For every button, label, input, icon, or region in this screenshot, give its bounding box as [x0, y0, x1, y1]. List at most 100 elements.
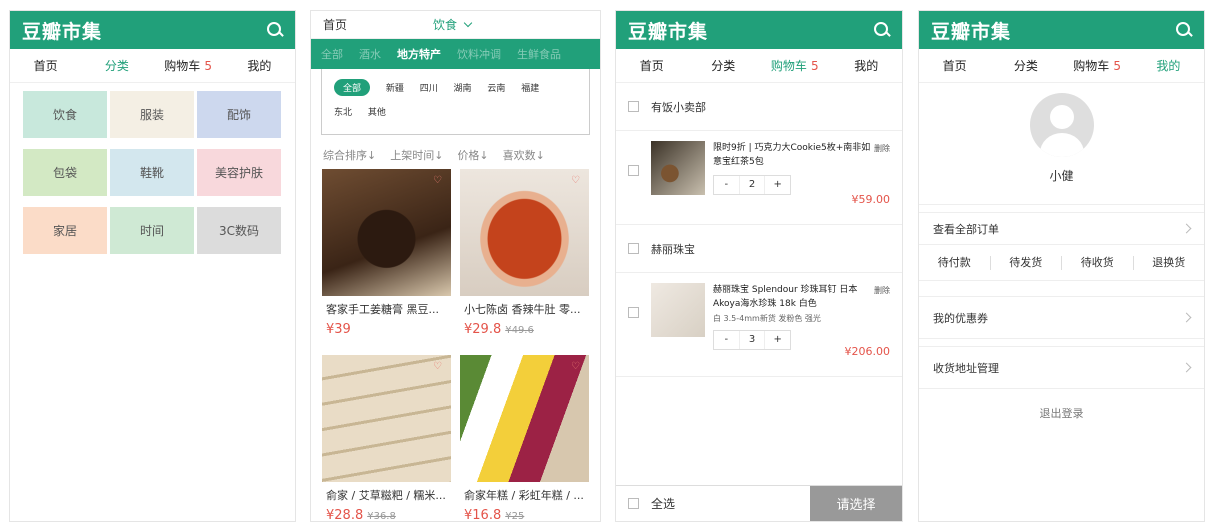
- region-chip[interactable]: 四川: [420, 81, 438, 94]
- sort-option[interactable]: 综合排序↓: [323, 147, 376, 163]
- shop-checkbox[interactable]: [628, 101, 639, 112]
- item-checkbox[interactable]: [628, 307, 639, 318]
- heart-icon[interactable]: ♡: [571, 176, 581, 186]
- nav-category[interactable]: 分类: [688, 57, 760, 74]
- nav-category[interactable]: 分类: [81, 57, 152, 74]
- product-card[interactable]: ♡ 客家手工姜糖膏 黑豆... ¥39: [322, 169, 451, 345]
- category-tile[interactable]: 美容护肤: [197, 149, 281, 196]
- profile-screen: 豆瓣市集 首页 分类 购物车 5 我的 小健 查看全部订单 待付款 待发货 待收货…: [918, 10, 1205, 522]
- nav-home[interactable]: 首页: [10, 57, 81, 74]
- select-all-checkbox[interactable]: [628, 498, 639, 509]
- item-price: ¥59.00: [851, 193, 891, 206]
- qty-value[interactable]: 2: [738, 176, 766, 194]
- shop-checkbox[interactable]: [628, 243, 639, 254]
- all-orders-row[interactable]: 查看全部订单: [919, 213, 1204, 245]
- heart-icon[interactable]: ♡: [433, 176, 443, 186]
- nav-mine[interactable]: 我的: [831, 57, 903, 74]
- sort-option[interactable]: 上架时间↓: [390, 147, 443, 163]
- category-tile[interactable]: 配饰: [197, 91, 281, 138]
- nav-mine[interactable]: 我的: [1133, 57, 1204, 74]
- logout-button[interactable]: 退出登录: [919, 405, 1204, 421]
- region-chip[interactable]: 福建: [521, 81, 539, 94]
- qty-minus-button[interactable]: -: [714, 176, 739, 194]
- item-info: 限时9折 | 巧克力大Cookie5枚+南非如意宝红茶5包 - 2 +: [713, 141, 873, 224]
- nav-home[interactable]: 首页: [616, 57, 688, 74]
- category-tile[interactable]: 服装: [110, 91, 194, 138]
- subtab-active[interactable]: 地方特产: [389, 46, 449, 62]
- product-image[interactable]: ♡: [322, 355, 451, 482]
- product-card[interactable]: ♡ 俞家 / 艾草糍粑 / 糯米... ¥28.8 ¥36.8: [322, 355, 451, 521]
- profile-header: 小健: [919, 83, 1204, 205]
- all-orders-label: 查看全部订单: [933, 222, 999, 236]
- main-nav: 首页 分类 购物车 5 我的: [919, 49, 1204, 83]
- product-image[interactable]: ♡: [460, 169, 589, 296]
- select-all[interactable]: 全选: [616, 495, 810, 512]
- avatar[interactable]: [1029, 93, 1094, 157]
- shop-header: 有饭小卖部: [616, 83, 902, 131]
- order-status-pending-payment[interactable]: 待付款: [919, 255, 991, 270]
- search-icon[interactable]: [874, 22, 890, 38]
- region-filter: 全部 新疆 四川 湖南 云南 福建 东北 其他: [321, 69, 590, 135]
- category-tile[interactable]: 饮食: [23, 91, 107, 138]
- nav-cart[interactable]: 购物车 5: [759, 57, 831, 74]
- item-thumbnail[interactable]: [651, 141, 705, 195]
- delete-button[interactable]: 删除: [874, 285, 890, 296]
- region-chip[interactable]: 云南: [487, 81, 505, 94]
- product-card[interactable]: ♡ 小七陈卤 香辣牛肚 零... ¥29.8 ¥49.6: [460, 169, 589, 345]
- product-image[interactable]: ♡: [460, 355, 589, 482]
- heart-icon[interactable]: ♡: [571, 362, 581, 372]
- heart-icon[interactable]: ♡: [433, 362, 443, 372]
- coupons-row[interactable]: 我的优惠券: [919, 297, 1204, 339]
- browse-home-link[interactable]: 首页: [323, 16, 433, 33]
- region-chip[interactable]: 新疆: [386, 81, 404, 94]
- search-icon[interactable]: [267, 22, 283, 38]
- subcategory-tabs: 全部 酒水 地方特产 饮料冲调 生鲜食品: [311, 39, 600, 69]
- item-thumbnail[interactable]: [651, 283, 705, 337]
- product-card[interactable]: ♡ 俞家年糕 / 彩虹年糕 / ... ¥16.8 ¥25: [460, 355, 589, 521]
- region-chip[interactable]: 东北: [334, 105, 352, 118]
- subtab[interactable]: 酒水: [351, 46, 389, 62]
- delete-button[interactable]: 删除: [874, 143, 890, 154]
- app-logo[interactable]: 豆瓣市集: [22, 17, 102, 44]
- product-image[interactable]: ♡: [322, 169, 451, 296]
- category-label: 配饰: [226, 108, 251, 122]
- region-chip[interactable]: 其他: [368, 105, 386, 118]
- qty-value[interactable]: 3: [738, 331, 766, 349]
- subtab[interactable]: 饮料冲调: [449, 46, 509, 62]
- app-logo[interactable]: 豆瓣市集: [931, 17, 1011, 44]
- region-chip[interactable]: 湖南: [454, 81, 472, 94]
- category-tile[interactable]: 家居: [23, 207, 107, 254]
- category-dropdown[interactable]: 饮食: [433, 16, 473, 33]
- order-status-pending-receipt[interactable]: 待收货: [1062, 255, 1134, 270]
- chevron-right-icon: [1181, 223, 1192, 234]
- address-row[interactable]: 收货地址管理: [919, 347, 1204, 389]
- item-checkbox[interactable]: [628, 165, 639, 176]
- category-tile[interactable]: 包袋: [23, 149, 107, 196]
- app-logo[interactable]: 豆瓣市集: [628, 17, 708, 44]
- search-icon[interactable]: [1176, 22, 1192, 38]
- category-tile[interactable]: 3C数码: [197, 207, 281, 254]
- qty-plus-button[interactable]: +: [765, 331, 790, 349]
- subtab[interactable]: 全部: [313, 46, 351, 62]
- nav-cart[interactable]: 购物车 5: [1062, 57, 1133, 74]
- order-status-pending-shipment[interactable]: 待发货: [991, 255, 1062, 270]
- nav-mine[interactable]: 我的: [224, 57, 295, 74]
- product-price-line: ¥28.8 ¥36.8: [322, 508, 451, 521]
- sort-option[interactable]: 价格↓: [457, 147, 488, 163]
- subtab[interactable]: 生鲜食品: [509, 46, 569, 62]
- category-tile[interactable]: 鞋靴: [110, 149, 194, 196]
- nav-home[interactable]: 首页: [919, 57, 990, 74]
- category-grid: 饮食 服装 配饰 包袋 鞋靴 美容护肤 家居 时间 3C数码: [10, 83, 295, 262]
- sort-option[interactable]: 喜欢数↓: [503, 147, 545, 163]
- checkout-button[interactable]: 请选择: [810, 485, 902, 521]
- coupons-label: 我的优惠券: [933, 311, 988, 325]
- nav-category[interactable]: 分类: [990, 57, 1061, 74]
- cart-footer: 全选 请选择: [616, 485, 902, 521]
- qty-plus-button[interactable]: +: [765, 176, 790, 194]
- username: 小健: [1049, 169, 1074, 183]
- qty-minus-button[interactable]: -: [714, 331, 739, 349]
- order-status-returns[interactable]: 退换货: [1134, 256, 1205, 270]
- region-chip-active[interactable]: 全部: [334, 79, 371, 96]
- nav-cart[interactable]: 购物车 5: [153, 57, 224, 74]
- category-tile[interactable]: 时间: [110, 207, 194, 254]
